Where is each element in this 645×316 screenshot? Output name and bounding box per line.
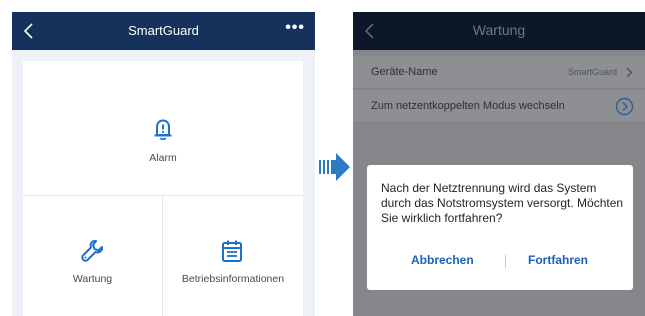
wartung-header: Wartung (353, 12, 645, 50)
tile-wartung[interactable]: Wartung (23, 196, 163, 316)
arrow-right-icon (319, 153, 350, 181)
confirm-dialog: Nach der Netztrennung wird das System du… (367, 165, 633, 290)
button-divider (505, 255, 506, 268)
more-dots-icon[interactable]: ••• (285, 20, 305, 36)
bell-alert-icon (154, 119, 172, 141)
calendar-list-icon (222, 240, 242, 262)
page-title: Wartung (472, 22, 526, 38)
circle-chevron-right-icon[interactable] (615, 97, 634, 116)
row-device-name-value: SmartGuard (567, 67, 617, 77)
tile-betriebsinformationen-label: Betriebsinformationen (181, 273, 285, 285)
page-title: SmartGuard (128, 23, 199, 38)
wartung-screen: Wartung Geräte-Name SmartGuard Zum netze… (353, 12, 645, 316)
chevron-right-icon (626, 67, 633, 78)
row-off-grid-mode-label: Zum netzentkoppelten Modus wechseln (371, 100, 565, 112)
row-off-grid-mode[interactable]: Zum netzentkoppelten Modus wechseln (353, 90, 645, 123)
dialog-message: Nach der Netztrennung wird das System du… (381, 181, 624, 225)
smartguard-header: SmartGuard ••• (12, 12, 315, 50)
tile-alarm-label: Alarm (149, 152, 177, 164)
row-device-name[interactable]: Geräte-Name SmartGuard (353, 56, 645, 89)
smartguard-screen: SmartGuard ••• Alarm Wartung Betriebsinf… (12, 12, 315, 316)
wrench-icon (81, 239, 104, 262)
row-device-name-label: Geräte-Name (371, 66, 438, 78)
tile-alarm[interactable]: Alarm (23, 61, 303, 196)
tile-wartung-label: Wartung (72, 273, 113, 285)
cancel-button[interactable]: Abbrechen (411, 253, 474, 267)
tile-betriebsinformationen[interactable]: Betriebsinformationen (163, 196, 303, 316)
continue-button[interactable]: Fortfahren (528, 253, 588, 267)
menu-card: Alarm Wartung Betriebsinformationen (23, 61, 303, 316)
